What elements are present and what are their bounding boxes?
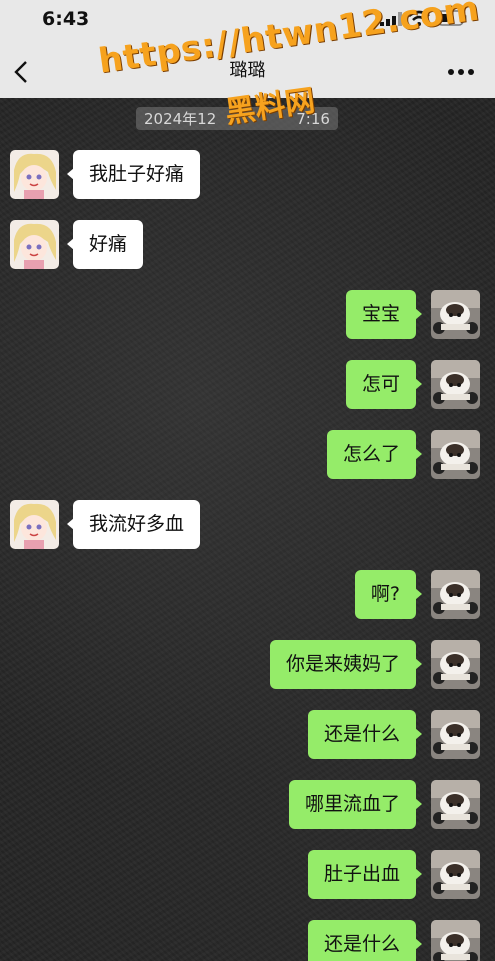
sent-message-bubble[interactable]: 还是什么 [307, 710, 423, 759]
sent-message-bubble[interactable]: 怎可 [345, 360, 423, 409]
my-avatar[interactable] [431, 710, 480, 759]
status-time: 6:43 [42, 8, 90, 30]
my-avatar[interactable] [431, 640, 480, 689]
sent-message-bubble[interactable]: 啊? [354, 570, 423, 619]
my-avatar[interactable] [431, 290, 480, 339]
more-dots-icon[interactable] [447, 68, 475, 76]
received-message-bubble[interactable]: 我肚子好痛 [66, 150, 201, 199]
my-avatar[interactable] [431, 920, 480, 961]
chat-screen: 6:43 璐璐 2024年12 7:16 我肚子好痛 好痛 宝宝 怎可 怎么了 … [0, 0, 495, 961]
contact-avatar[interactable] [10, 220, 59, 269]
my-avatar[interactable] [431, 430, 480, 479]
contact-avatar[interactable] [10, 150, 59, 199]
my-avatar[interactable] [431, 850, 480, 899]
contact-avatar[interactable] [10, 500, 59, 549]
sent-message-bubble[interactable]: 肚子出血 [307, 850, 423, 899]
sent-message-bubble[interactable]: 哪里流血了 [288, 780, 423, 829]
received-message-bubble[interactable]: 好痛 [66, 220, 144, 269]
sent-message-bubble[interactable]: 宝宝 [345, 290, 423, 339]
sent-message-bubble[interactable]: 还是什么 [307, 920, 423, 961]
my-avatar[interactable] [431, 360, 480, 409]
received-message-bubble[interactable]: 我流好多血 [66, 500, 201, 549]
my-avatar[interactable] [431, 780, 480, 829]
my-avatar[interactable] [431, 570, 480, 619]
sent-message-bubble[interactable]: 怎么了 [326, 430, 423, 479]
sent-message-bubble[interactable]: 你是来姨妈了 [269, 640, 423, 689]
